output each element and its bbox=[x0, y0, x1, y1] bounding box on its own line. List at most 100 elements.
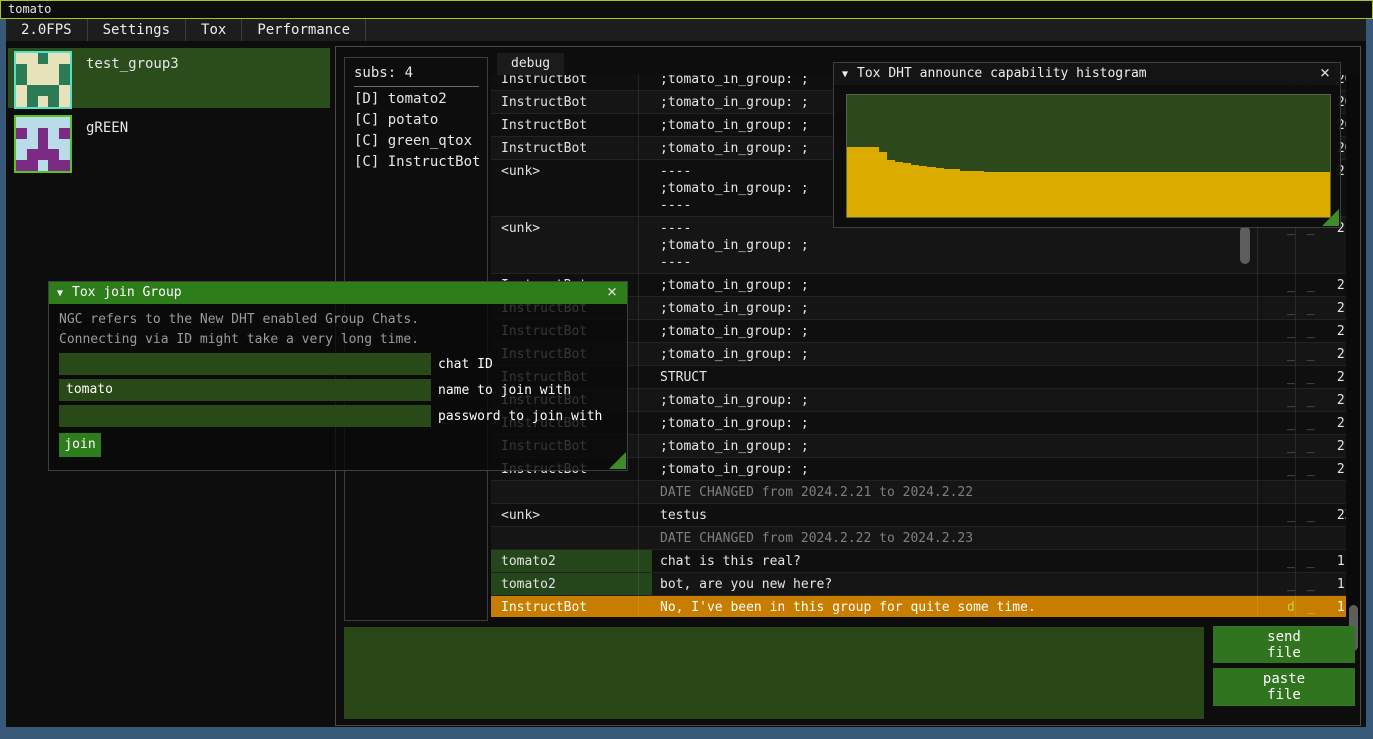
histogram-bar bbox=[984, 172, 992, 217]
subs-member[interactable]: [C] InstructBot bbox=[354, 154, 487, 170]
histogram-titlebar[interactable]: ▼Tox DHT announce capability histogram × bbox=[834, 63, 1340, 85]
message-status bbox=[1283, 527, 1325, 549]
menu-item-performance[interactable]: Performance bbox=[242, 19, 366, 41]
histogram-bar bbox=[903, 163, 911, 217]
message-author: tomato2 bbox=[491, 550, 652, 572]
histogram-bar bbox=[1225, 172, 1233, 217]
histogram-bar bbox=[1137, 172, 1145, 217]
message-time: 23:38 bbox=[1325, 504, 1346, 526]
collapse-arrow-icon[interactable]: ▼ bbox=[842, 69, 848, 80]
histogram-bar bbox=[895, 162, 903, 217]
histogram-bar bbox=[1185, 172, 1193, 217]
histogram-bar bbox=[976, 171, 984, 217]
join-info-line: Connecting via ID might take a very long… bbox=[59, 330, 627, 350]
histogram-bar bbox=[960, 171, 968, 217]
close-icon[interactable]: × bbox=[1316, 63, 1334, 85]
histogram-bar bbox=[1105, 172, 1113, 217]
menu-item-tox[interactable]: Tox bbox=[186, 19, 242, 41]
histogram-bar bbox=[1177, 172, 1185, 217]
subs-member[interactable]: [C] green_qtox bbox=[354, 133, 487, 149]
resize-grip[interactable] bbox=[1322, 209, 1339, 226]
histogram-bar bbox=[944, 169, 952, 217]
histogram-window: ▼Tox DHT announce capability histogram × bbox=[833, 62, 1341, 228]
menu-item-settings[interactable]: Settings bbox=[88, 19, 186, 41]
message-time: 21:00 bbox=[1325, 320, 1346, 342]
histogram-bar bbox=[1040, 172, 1048, 217]
message-text: chat is this real? bbox=[652, 550, 1283, 572]
histogram-bar bbox=[1314, 172, 1322, 217]
tab-debug[interactable]: debug bbox=[497, 53, 564, 75]
collapse-arrow-icon[interactable]: ▼ bbox=[57, 288, 63, 299]
message-author: <unk> bbox=[491, 160, 652, 216]
message-status: _ _ bbox=[1283, 366, 1325, 388]
join-input-name-to-join-with[interactable]: tomato bbox=[59, 379, 431, 401]
histogram-bar bbox=[1233, 172, 1241, 217]
histogram-bar bbox=[936, 168, 944, 217]
join-input-chat-ID[interactable] bbox=[59, 353, 431, 375]
histogram-bar bbox=[1121, 172, 1129, 217]
histogram-bar bbox=[927, 167, 935, 217]
message-status: _ _ bbox=[1283, 504, 1325, 526]
messages-scrollbar-track[interactable] bbox=[1347, 75, 1360, 617]
group-name: test_group3 bbox=[86, 56, 179, 108]
message-author: <unk> bbox=[491, 504, 652, 526]
message-status: _ _ bbox=[1283, 274, 1325, 296]
join-info-line: NGC refers to the New DHT enabled Group … bbox=[59, 310, 627, 330]
message-status: _ _ bbox=[1283, 550, 1325, 572]
message-time: 21:02 bbox=[1325, 435, 1346, 457]
group-avatar bbox=[14, 51, 72, 109]
message-input[interactable] bbox=[344, 627, 1204, 719]
join-input-password-to-join-with[interactable] bbox=[59, 405, 431, 427]
histogram-bar bbox=[919, 166, 927, 217]
histogram-bar bbox=[1064, 172, 1072, 217]
histogram-bar bbox=[1241, 172, 1249, 217]
window-title: tomato bbox=[8, 2, 51, 16]
histogram-bar bbox=[855, 147, 863, 217]
log-scrollbar-handle[interactable] bbox=[1240, 226, 1250, 264]
histogram-bar bbox=[1113, 172, 1121, 217]
histogram-bar bbox=[968, 171, 976, 217]
message-text: ;tomato_in_group: ; bbox=[652, 435, 1283, 457]
message-time: 21:02 bbox=[1325, 412, 1346, 434]
message-time: 21:01 bbox=[1325, 366, 1346, 388]
histogram-bar bbox=[1024, 172, 1032, 217]
histogram-bar bbox=[1016, 172, 1024, 217]
subs-member[interactable]: [C] potato bbox=[354, 112, 487, 128]
join-button[interactable]: join bbox=[59, 433, 101, 457]
histogram-bar bbox=[1056, 172, 1064, 217]
join-group-title: Tox join Group bbox=[72, 285, 182, 300]
message-time: 11:14 bbox=[1325, 573, 1346, 595]
message-text: DATE CHANGED from 2024.2.21 to 2024.2.22 bbox=[652, 481, 1283, 503]
histogram-bar bbox=[1298, 172, 1306, 217]
subs-member[interactable]: [D] tomato2 bbox=[354, 91, 487, 107]
histogram-bar bbox=[1209, 172, 1217, 217]
group-item-test_group3[interactable]: test_group3 bbox=[8, 48, 330, 108]
close-icon[interactable]: × bbox=[603, 282, 621, 304]
histogram-bar bbox=[1000, 172, 1008, 217]
date-changed-row: DATE CHANGED from 2024.2.22 to 2024.2.23 bbox=[491, 527, 1346, 550]
message-author: tomato2 bbox=[491, 573, 652, 595]
message-status: d _ bbox=[1283, 596, 1325, 617]
join-group-titlebar[interactable]: ▼ Tox join Group × bbox=[49, 282, 627, 304]
message-author: InstructBot bbox=[491, 137, 652, 159]
message-status: _ _ bbox=[1283, 458, 1325, 480]
subs-list: [D] tomato2 [C] potato [C] green_qtox [C] I… bbox=[345, 91, 487, 170]
histogram-bar bbox=[1129, 172, 1137, 217]
group-item-gREEN[interactable]: gREEN bbox=[8, 112, 330, 172]
histogram-bar bbox=[1217, 172, 1225, 217]
message-status: _ _ bbox=[1283, 389, 1325, 411]
message-text: DATE CHANGED from 2024.2.22 to 2024.2.23 bbox=[652, 527, 1283, 549]
send-file-button[interactable]: send file bbox=[1213, 626, 1355, 663]
subs-header: subs: 4 bbox=[354, 65, 487, 81]
resize-grip[interactable] bbox=[609, 452, 626, 469]
histogram-bar bbox=[1282, 172, 1290, 217]
paste-file-button[interactable]: paste file bbox=[1213, 668, 1355, 706]
histogram-bar bbox=[1265, 172, 1273, 217]
message-row: tomato2chat is this real?_ _11:09 bbox=[491, 550, 1346, 573]
message-time: 21:01 bbox=[1325, 343, 1346, 365]
message-text: STRUCT bbox=[652, 366, 1283, 388]
join-field-label: password to join with bbox=[438, 409, 602, 424]
message-time: 21:02 bbox=[1325, 458, 1346, 480]
message-time: 21:01 bbox=[1325, 389, 1346, 411]
histogram-bar bbox=[1161, 172, 1169, 217]
